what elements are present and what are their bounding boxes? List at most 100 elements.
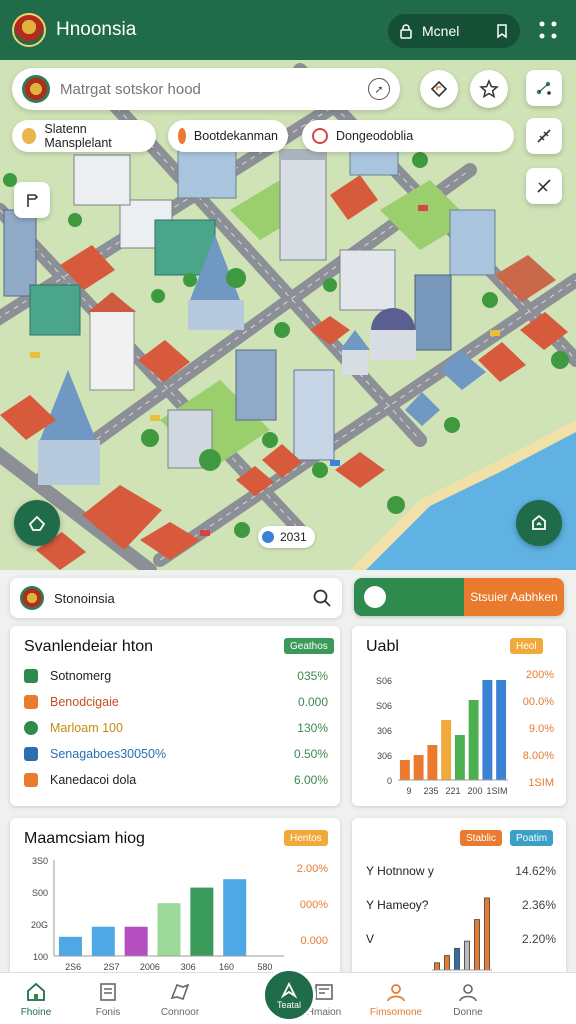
y-tick-label: S06 (376, 676, 392, 686)
network-icon (536, 81, 551, 95)
home-icon (27, 982, 45, 1001)
stat-row[interactable]: Kanedacoi dola 6.00% (24, 770, 328, 790)
chip-2-label: Bootdekanman (193, 129, 278, 143)
app-title: Hnoonsia (56, 19, 137, 40)
bookmark-icon[interactable] (494, 23, 510, 39)
apps-menu-icon[interactable] (536, 18, 560, 42)
lock-icon (400, 24, 412, 39)
stats-card: Svanlendeiar hton Geathos Sotnomerg 035%… (10, 626, 340, 806)
bar-chart-2: 3S0 S00 20G 100 2S6 2S7 2006 306 160 580 2.00% 000%… (31, 856, 328, 972)
nav-home[interactable]: Fhoine (0, 973, 72, 1024)
chart-bar (441, 720, 452, 780)
x-tick-label: 2S6 (65, 962, 81, 972)
location-bar[interactable]: Stonoinsia (10, 578, 342, 618)
nav-account[interactable]: Donne (432, 973, 504, 1024)
split-right-label[interactable]: Stsuier Aabhken (464, 578, 564, 616)
signpost-icon (27, 194, 39, 207)
y-tick-label: S06 (376, 701, 392, 711)
stat-row[interactable]: Senagaboes30050% 0.50% (24, 744, 328, 764)
stat-value: 130% (297, 721, 328, 735)
my-location-button[interactable] (516, 500, 562, 546)
location-name: Stonoinsia (54, 590, 115, 606)
chart-bar (427, 745, 438, 780)
chip-1-label: Slatenn Mansplelant (44, 122, 112, 150)
stat-row[interactable]: Marloam 100 130% (24, 718, 328, 738)
chart-bar (496, 680, 507, 780)
stat-value: 035% (297, 669, 328, 683)
x-tick-label: 221 (445, 786, 460, 796)
chip-filter-2[interactable]: Bootdekanman (168, 120, 288, 152)
y-tick-label: 306 (377, 726, 392, 736)
x-tick-label: 160 (219, 962, 234, 972)
explore-icon (280, 981, 298, 999)
nav-center-button[interactable]: Teatal (262, 968, 316, 1022)
nav-account-label: Donne (453, 1007, 483, 1018)
location-emblem-icon (20, 586, 44, 610)
chart-bar (484, 897, 490, 971)
bar-card: Maamcsiam hiog Hentos 3S0 S00 20G 100 2S6 2S7… (10, 818, 340, 978)
x-tick-label: 1SIM (486, 786, 507, 796)
map-year-tag[interactable]: 2031 (258, 526, 315, 548)
y-tick-label: 306 (377, 751, 392, 761)
chart-bar (444, 955, 450, 971)
stat-row-icon (24, 695, 38, 709)
time-icon (262, 531, 274, 543)
chip-filter-3[interactable]: Dongeodoblia (302, 120, 514, 152)
nav-profile-highlight[interactable]: Fimsomone (360, 973, 432, 1024)
nav-connect[interactable]: Connoor (144, 973, 216, 1024)
split-action-button[interactable]: Stsuier Aabhken (354, 578, 564, 616)
data-label: 1SIM (528, 777, 554, 789)
x-tick-label: 580 (257, 962, 272, 972)
news-icon (315, 984, 333, 1000)
chart-bar (190, 887, 214, 956)
app-header: Hnoonsia Mcnel (0, 0, 576, 60)
year-tag-label: 2031 (280, 530, 307, 544)
stat-row[interactable]: Benodcigaie 0.000 (24, 692, 328, 712)
data-label: 8.00% (523, 750, 554, 762)
stat-row-icon (24, 721, 38, 735)
split-left-segment[interactable] (354, 578, 464, 616)
stat-value: 6.00% (293, 773, 328, 787)
y-tick-label: 0 (387, 776, 392, 786)
y-tick-label: 20G (31, 920, 48, 930)
street-view-button[interactable] (14, 182, 50, 218)
measure-button[interactable] (526, 118, 562, 154)
stat-label: Kanedacoi dola (50, 773, 137, 787)
search-icon[interactable] (312, 588, 332, 608)
stats-card-badge: Geathos (284, 638, 334, 654)
stat-value: 0.50% (293, 747, 328, 761)
x-tick-label: 200 (467, 786, 482, 796)
nav-center-label: Teatal (276, 1000, 302, 1010)
emblem-icon (22, 75, 50, 103)
nav-profile-label: Fimsomone (369, 1007, 423, 1018)
map-icon (170, 983, 190, 1001)
compass-icon (537, 179, 551, 193)
navigate-icon[interactable]: ➚ (368, 78, 390, 100)
home-location-button[interactable] (14, 500, 60, 546)
chart-bar (399, 760, 410, 780)
chip-3-icon (312, 128, 328, 144)
chart-bar (223, 879, 247, 956)
nav-forms[interactable]: Fonis (72, 973, 144, 1024)
header-account-pill[interactable]: Mcnel (388, 14, 520, 48)
stat-label: Marloam 100 (50, 721, 123, 735)
chart-bar (454, 735, 465, 780)
nav-forms-label: Fonis (95, 1007, 121, 1018)
chart-bar (464, 940, 470, 971)
chart-bar (468, 700, 479, 780)
chart-bar (482, 680, 493, 780)
layers-button[interactable] (526, 70, 562, 106)
y-tick-label: 100 (33, 952, 48, 962)
stat-row[interactable]: Sotnomerg 035% (24, 666, 328, 686)
directions-icon (430, 80, 448, 98)
directions-button[interactable] (420, 70, 458, 108)
map-search-bar[interactable]: ➚ (12, 68, 400, 110)
compass-button[interactable] (526, 168, 562, 204)
stat-value: 0.000 (297, 695, 328, 709)
favorites-button[interactable] (470, 70, 508, 108)
document-icon (100, 983, 116, 1001)
stat-row-icon (24, 773, 38, 787)
chip-filter-1[interactable]: Slatenn Mansplelant (12, 120, 156, 152)
search-input[interactable] (60, 80, 368, 98)
x-tick-label: 9 (406, 786, 411, 796)
